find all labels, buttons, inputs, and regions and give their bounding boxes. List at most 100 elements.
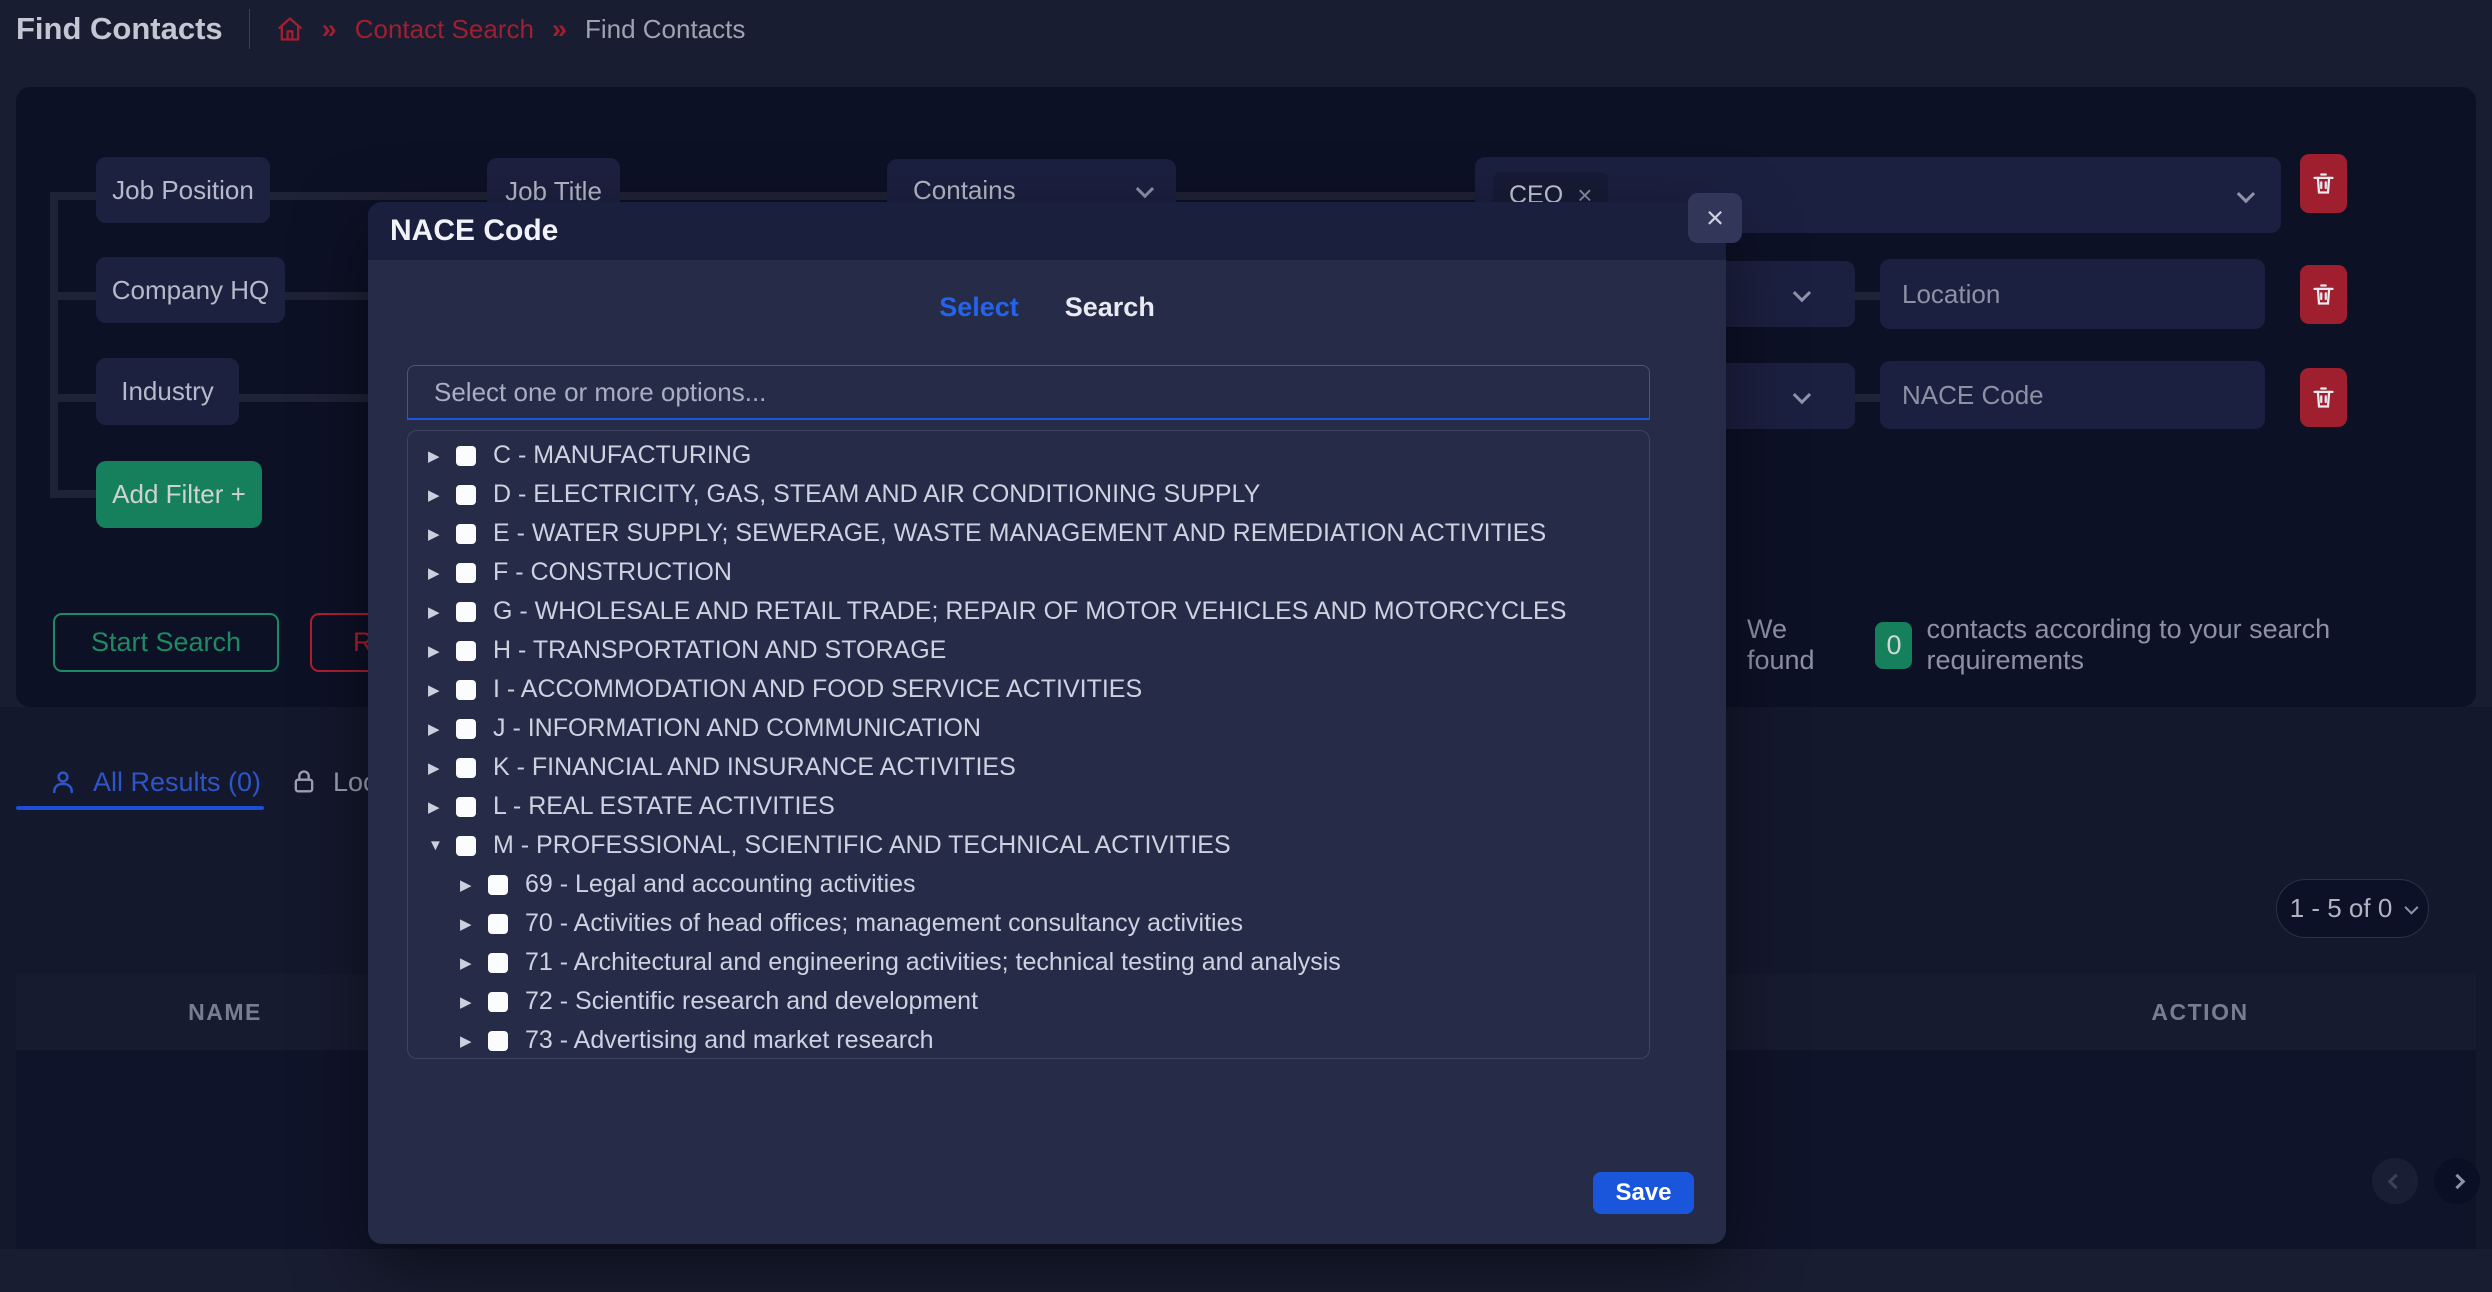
- tree-item-label: I - ACCOMMODATION AND FOOD SERVICE ACTIV…: [493, 675, 1142, 704]
- nace-code-input[interactable]: [1880, 361, 2265, 429]
- caret-right-icon[interactable]: ▶: [460, 954, 488, 972]
- tree-item[interactable]: ▶ H - TRANSPORTATION AND STORAGE: [408, 631, 1649, 670]
- pagination-range-dropdown[interactable]: 1 - 5 of 0: [2276, 879, 2429, 938]
- chevron-down-icon: [2405, 900, 2419, 914]
- trash-icon: [2310, 170, 2337, 197]
- chevron-down-icon: [1136, 180, 1154, 198]
- modal-title: NACE Code: [390, 202, 1726, 260]
- tree-item-label: F - CONSTRUCTION: [493, 558, 732, 587]
- tree-item[interactable]: ▶ 69 - Legal and accounting activities: [408, 865, 1649, 904]
- tree-item-label: 73 - Advertising and market research: [525, 1026, 934, 1055]
- caret-right-icon[interactable]: ▶: [428, 486, 456, 504]
- caret-right-icon[interactable]: ▶: [428, 564, 456, 582]
- tree-item[interactable]: ▶ I - ACCOMMODATION AND FOOD SERVICE ACT…: [408, 670, 1649, 709]
- modal-close-button[interactable]: ×: [1688, 193, 1742, 243]
- checkbox[interactable]: [456, 602, 476, 622]
- add-filter-button[interactable]: Add Filter +: [96, 461, 262, 528]
- delete-filter-button[interactable]: [2300, 265, 2347, 324]
- tree-item-expanded[interactable]: ▼ M - PROFESSIONAL, SCIENTIFIC AND TECHN…: [408, 826, 1649, 865]
- caret-right-icon[interactable]: ▶: [428, 603, 456, 621]
- delete-filter-button[interactable]: [2300, 154, 2347, 213]
- modal-tabs: Select Search: [368, 292, 1726, 323]
- tree-item[interactable]: ▶ K - FINANCIAL AND INSURANCE ACTIVITIES: [408, 748, 1649, 787]
- checkbox[interactable]: [488, 914, 508, 934]
- column-header-action: ACTION: [2110, 974, 2290, 1050]
- checkbox[interactable]: [488, 992, 508, 1012]
- pagination-range-label: 1 - 5 of 0: [2290, 893, 2393, 924]
- checkbox[interactable]: [456, 758, 476, 778]
- filter-chip-industry[interactable]: Industry: [96, 358, 239, 425]
- checkbox[interactable]: [456, 641, 476, 661]
- nace-select-input[interactable]: [407, 365, 1650, 420]
- caret-right-icon[interactable]: ▶: [460, 1032, 488, 1050]
- modal-tab-select[interactable]: Select: [939, 292, 1019, 323]
- breadcrumb-current: Find Contacts: [585, 14, 745, 45]
- checkbox[interactable]: [456, 446, 476, 466]
- start-search-button[interactable]: Start Search: [53, 613, 279, 672]
- tree-item[interactable]: ▶ 72 - Scientific research and developme…: [408, 982, 1649, 1021]
- tree-item[interactable]: ▶ C - MANUFACTURING: [408, 436, 1649, 475]
- tree-item-label: 69 - Legal and accounting activities: [525, 870, 916, 899]
- chevron-right-icon: [2449, 1173, 2465, 1189]
- tab-locked-results[interactable]: Loc: [290, 760, 370, 804]
- trash-icon: [2310, 384, 2337, 411]
- tree-item[interactable]: ▶ D - ELECTRICITY, GAS, STEAM AND AIR CO…: [408, 475, 1649, 514]
- pagination-next-button[interactable]: [2434, 1158, 2480, 1204]
- location-input[interactable]: [1880, 259, 2265, 329]
- caret-right-icon[interactable]: ▶: [460, 915, 488, 933]
- chevron-down-icon: [1793, 283, 1811, 301]
- checkbox[interactable]: [456, 563, 476, 583]
- modal-header: NACE Code: [368, 202, 1726, 260]
- caret-right-icon[interactable]: ▶: [428, 681, 456, 699]
- tree-item-label: G - WHOLESALE AND RETAIL TRADE; REPAIR O…: [493, 597, 1566, 626]
- caret-down-icon[interactable]: ▼: [428, 837, 456, 854]
- tree-item[interactable]: ▶ 71 - Architectural and engineering act…: [408, 943, 1649, 982]
- pagination-prev-button[interactable]: [2372, 1158, 2418, 1204]
- filter-chip-label: Industry: [121, 376, 214, 407]
- lock-icon: [290, 768, 318, 796]
- checkbox[interactable]: [456, 524, 476, 544]
- page-title: Find Contacts: [16, 11, 223, 47]
- filter-chip-job-position[interactable]: Job Position: [96, 157, 270, 223]
- breadcrumb-link-contact-search[interactable]: Contact Search: [355, 14, 534, 45]
- home-icon[interactable]: [276, 15, 304, 43]
- caret-right-icon[interactable]: ▶: [428, 798, 456, 816]
- filter-chip-company-hq[interactable]: Company HQ: [96, 257, 285, 323]
- checkbox[interactable]: [456, 485, 476, 505]
- checkbox[interactable]: [456, 680, 476, 700]
- tree-item-label: M - PROFESSIONAL, SCIENTIFIC AND TECHNIC…: [493, 831, 1231, 860]
- caret-right-icon[interactable]: ▶: [460, 876, 488, 894]
- caret-right-icon[interactable]: ▶: [428, 525, 456, 543]
- checkbox[interactable]: [456, 719, 476, 739]
- delete-filter-button[interactable]: [2300, 368, 2347, 427]
- checkbox[interactable]: [456, 836, 476, 856]
- caret-right-icon[interactable]: ▶: [428, 447, 456, 465]
- column-header-name: NAME: [130, 974, 320, 1050]
- caret-right-icon[interactable]: ▶: [428, 720, 456, 738]
- caret-right-icon[interactable]: ▶: [428, 759, 456, 777]
- tree-item[interactable]: ▶ 73 - Advertising and market research: [408, 1021, 1649, 1059]
- tree-item[interactable]: ▶ 70 - Activities of head offices; manag…: [408, 904, 1649, 943]
- checkbox[interactable]: [488, 875, 508, 895]
- connector-line: [50, 192, 58, 498]
- tree-item[interactable]: ▶ J - INFORMATION AND COMMUNICATION: [408, 709, 1649, 748]
- save-button[interactable]: Save: [1593, 1172, 1694, 1214]
- nace-code-modal: NACE Code × Select Search ▶ C - MANUFACT…: [368, 202, 1726, 1244]
- breadcrumb-separator: »: [552, 14, 567, 45]
- checkbox[interactable]: [488, 1031, 508, 1051]
- checkbox[interactable]: [456, 797, 476, 817]
- tree-item[interactable]: ▶ F - CONSTRUCTION: [408, 553, 1649, 592]
- results-count-badge: 0: [1875, 622, 1912, 669]
- checkbox[interactable]: [488, 953, 508, 973]
- connector-line: [50, 490, 96, 498]
- tree-item[interactable]: ▶ L - REAL ESTATE ACTIVITIES: [408, 787, 1649, 826]
- tree-item[interactable]: ▶ G - WHOLESALE AND RETAIL TRADE; REPAIR…: [408, 592, 1649, 631]
- tab-all-results[interactable]: All Results (0): [48, 760, 261, 804]
- tree-item[interactable]: ▶ E - WATER SUPPLY; SEWERAGE, WASTE MANA…: [408, 514, 1649, 553]
- modal-tab-search[interactable]: Search: [1065, 292, 1155, 323]
- caret-right-icon[interactable]: ▶: [460, 993, 488, 1011]
- chevron-down-icon: [2237, 184, 2255, 202]
- caret-right-icon[interactable]: ▶: [428, 642, 456, 660]
- breadcrumb-separator: »: [322, 14, 337, 45]
- tab-locked-label: Loc: [333, 767, 370, 798]
